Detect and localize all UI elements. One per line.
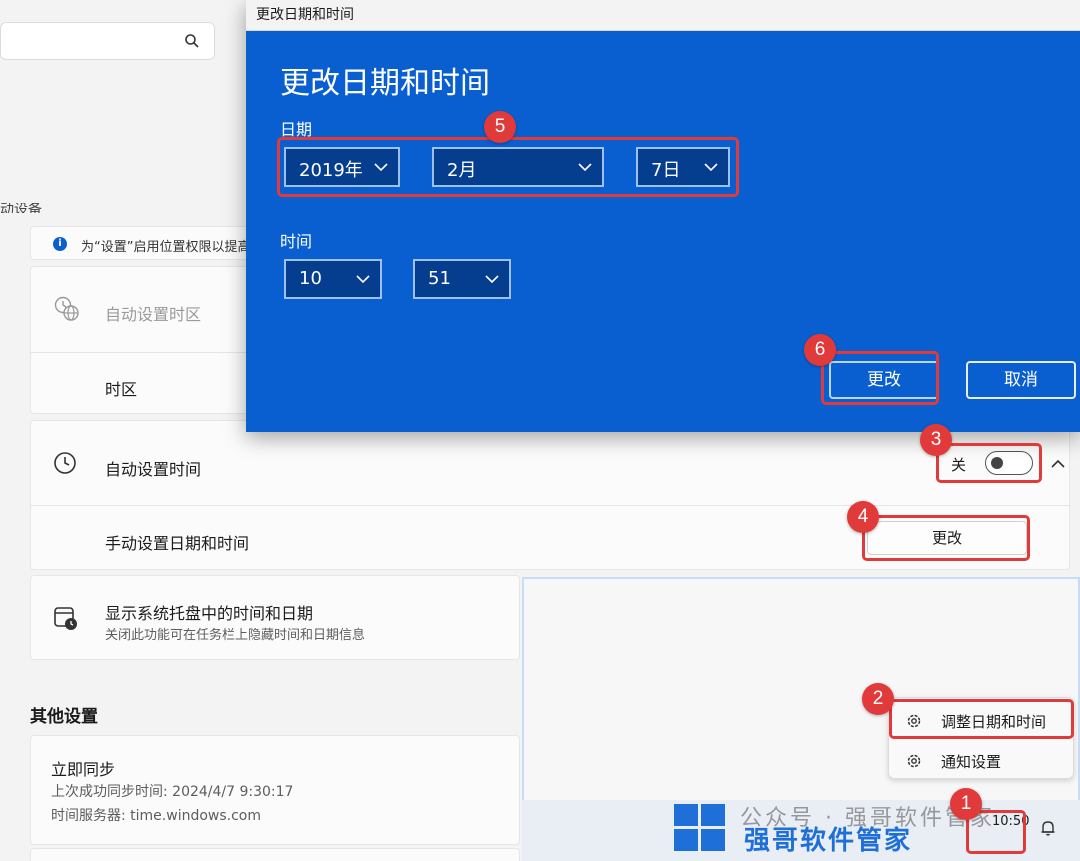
dialog-heading: 更改日期和时间 (280, 66, 490, 101)
step-badge-2: 2 (862, 683, 894, 715)
info-icon: i (53, 237, 67, 251)
chevron-down-icon (356, 275, 370, 284)
auto-time-label: 自动设置时间 (105, 460, 202, 479)
sync-last-time: 上次成功同步时间: 2024/4/7 9:30:17 (51, 784, 294, 800)
dialog-cancel-button[interactable]: 取消 (966, 361, 1076, 399)
search-box[interactable] (0, 22, 215, 60)
chevron-down-icon (485, 275, 499, 284)
sync-card: 立即同步 上次成功同步时间: 2024/4/7 9:30:17 时间服务器: t… (30, 735, 520, 845)
calendar-clock-icon (54, 607, 77, 630)
globe-clock-icon (54, 296, 79, 321)
tray-time-card: 显示系统托盘中的时间和日期 关闭此功能可在任务栏上隐藏时间和日期信息 (30, 575, 520, 660)
tray-time-subtitle: 关闭此功能可在任务栏上隐藏时间和日期信息 (105, 628, 366, 643)
next-card (30, 848, 520, 861)
clock-icon (54, 452, 76, 474)
sync-server: 时间服务器: time.windows.com (51, 808, 262, 824)
partial-section-heading: 动设备 (0, 203, 42, 213)
minute-dropdown[interactable]: 51 (413, 259, 511, 299)
dialog-titlebar: 更改日期和时间 (246, 0, 1080, 31)
hour-dropdown[interactable]: 10 (284, 259, 382, 299)
highlight-adjust-menu (889, 699, 1074, 739)
info-text: 为“设置”启用位置权限以提高 (81, 240, 251, 255)
timezone-card: 自动设置时区 时区 (30, 266, 260, 414)
bell-icon[interactable] (1040, 819, 1056, 837)
hour-value: 10 (299, 268, 322, 289)
auto-timezone-label: 自动设置时区 (105, 305, 202, 324)
step-badge-4: 4 (847, 501, 879, 533)
other-settings-heading: 其他设置 (30, 707, 98, 727)
chevron-up-icon[interactable] (1051, 459, 1065, 469)
location-info-bar: i 为“设置”启用位置权限以提高 (30, 226, 260, 260)
step-badge-1: 1 (950, 788, 982, 820)
time-label: 时间 (280, 232, 313, 251)
timezone-label: 时区 (105, 380, 138, 399)
menu-item-notification-settings[interactable]: 通知设置 (889, 740, 1073, 780)
gear-icon (907, 754, 921, 768)
menu-item-label: 通知设置 (941, 753, 1002, 771)
highlight-dialog-change (821, 351, 939, 405)
step-badge-6: 6 (804, 334, 836, 366)
highlight-date-dropdowns (277, 137, 739, 197)
step-badge-5: 5 (484, 111, 516, 143)
divider (31, 505, 1069, 506)
minute-value: 51 (428, 268, 451, 289)
highlight-toggle (936, 443, 1042, 483)
divider (31, 352, 259, 353)
tray-time-title: 显示系统托盘中的时间和日期 (105, 604, 314, 623)
change-datetime-dialog: 更改日期和时间 更改日期和时间 日期 2019年 2月 7日 时间 10 51 … (246, 0, 1080, 432)
search-icon (185, 34, 199, 48)
sync-title: 立即同步 (51, 760, 116, 779)
dialog-window-title: 更改日期和时间 (256, 7, 354, 23)
step-badge-3: 3 (920, 424, 952, 456)
manual-time-label: 手动设置日期和时间 (105, 534, 250, 553)
highlight-manual-change (862, 515, 1030, 561)
